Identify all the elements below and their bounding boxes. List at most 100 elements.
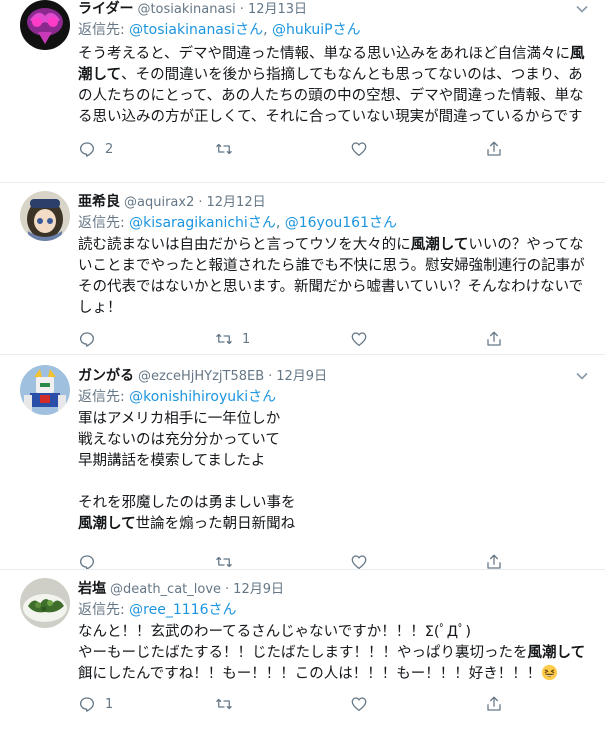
text-segment: 餌にしたんですね！！もー！！！この人は！！！もー！！！好き！！！ bbox=[78, 666, 542, 682]
heart-icon bbox=[351, 555, 367, 569]
like-button[interactable] bbox=[350, 693, 377, 715]
reply-prefix: 返信先: bbox=[78, 215, 130, 231]
reply-count: 1 bbox=[105, 696, 114, 712]
tweet-actions: 2 bbox=[78, 138, 591, 160]
retweet-button[interactable] bbox=[215, 551, 242, 569]
tweet-timeline: ライダー @tosiakinanasi · 12月13日 返信先: @tosia… bbox=[0, 0, 605, 747]
reply-to-line: 返信先: @kisaragikanichiさん, @16you161さん bbox=[78, 214, 591, 233]
heart-icon bbox=[351, 142, 367, 157]
reply-icon bbox=[79, 555, 95, 569]
chevron-down-icon[interactable] bbox=[575, 369, 589, 383]
reply-user-link[interactable]: @hukuiPさん bbox=[272, 22, 361, 38]
reply-user-link[interactable]: @kisaragikanichiさん bbox=[129, 215, 276, 231]
share-button[interactable] bbox=[485, 138, 503, 160]
user-handle[interactable]: @aquirax2 bbox=[124, 194, 194, 212]
text-segment-bold: 風潮して bbox=[410, 237, 469, 253]
separator-dot: · bbox=[268, 369, 273, 384]
reply-to-line: 返信先: @tosiakinanasiさん, @hukuiPさん bbox=[78, 21, 591, 40]
separator-dot: · bbox=[239, 2, 244, 17]
seaweed-food-avatar-icon bbox=[20, 578, 70, 628]
display-name[interactable]: 亜希良 bbox=[78, 193, 120, 211]
reply-user-link[interactable]: @16you161さん bbox=[285, 215, 397, 231]
gundam-robot-avatar-icon bbox=[20, 365, 70, 415]
masked-rider-avatar-icon bbox=[20, 0, 70, 50]
like-button[interactable] bbox=[350, 328, 377, 350]
reply-button[interactable]: 2 bbox=[78, 138, 113, 160]
like-button[interactable] bbox=[350, 138, 377, 160]
reply-to-line: 返信先: @ree_1116さん bbox=[78, 601, 591, 620]
reply-prefix: 返信先: bbox=[78, 389, 130, 405]
share-button[interactable] bbox=[485, 693, 503, 715]
share-icon bbox=[487, 331, 501, 346]
reply-user-link[interactable]: @konishihiroyukiさん bbox=[129, 389, 276, 405]
share-icon bbox=[487, 554, 501, 569]
tweet-text: 軍はアメリカ相手に一年位しか 戦えないのは充分分かっていて 早期講話を模索してま… bbox=[78, 409, 591, 535]
tweet-date[interactable]: 12月9日 bbox=[276, 368, 327, 386]
tweet-header: ライダー @tosiakinanasi · 12月13日 bbox=[78, 0, 591, 19]
retweet-icon bbox=[216, 333, 232, 345]
tweet-actions: 1 bbox=[78, 693, 591, 715]
like-button[interactable] bbox=[350, 551, 377, 569]
display-name[interactable]: ガンがる bbox=[78, 367, 134, 385]
retweet-count: 1 bbox=[242, 331, 251, 347]
heart-icon bbox=[351, 697, 367, 712]
text-segment-bold: 風潮して bbox=[527, 645, 586, 661]
tweet-item[interactable]: 岩塩 @death_cat_love · 12月9日 返信先: @ree_111… bbox=[0, 570, 605, 747]
text-segment: そう考えると、デマや間違った情報、単なる思い込みをあれほど自信満々に bbox=[78, 46, 570, 62]
tweet-item[interactable]: ガンがる @ezceHjHYzjT58EB · 12月9日 返信先: @koni… bbox=[0, 355, 605, 570]
text-segment: 軍はアメリカ相手に一年位しか 戦えないのは充分分かっていて 早期講話を模索してま… bbox=[78, 411, 296, 511]
tweet-date[interactable]: 12月9日 bbox=[233, 581, 284, 599]
reply-prefix: 返信先: bbox=[78, 22, 130, 38]
tweet-item[interactable]: 亜希良 @aquirax2 · 12月12日 返信先: @kisaragikan… bbox=[0, 183, 605, 355]
tweet-header: 岩塩 @death_cat_love · 12月9日 bbox=[78, 580, 591, 599]
tweet-header: ガンがる @ezceHjHYzjT58EB · 12月9日 bbox=[78, 367, 591, 386]
reply-user-link[interactable]: @ree_1116さん bbox=[129, 602, 236, 618]
tweet-actions: 1 bbox=[78, 328, 591, 350]
text-segment: なんと！！玄武のわーてるさんじゃないですか！！！Σ(ﾟДﾟ) やーもーじたばたす… bbox=[78, 624, 528, 661]
share-button[interactable] bbox=[485, 551, 503, 569]
avatar[interactable] bbox=[20, 0, 70, 50]
retweet-button[interactable] bbox=[215, 138, 242, 160]
tweet-text: そう考えると、デマや間違った情報、単なる思い込みをあれほど自信満々に風潮して、そ… bbox=[78, 44, 591, 128]
reply-button[interactable] bbox=[78, 328, 105, 350]
text-segment: 読む読まないは自由だからと言ってウソを大々的に bbox=[78, 237, 411, 253]
reply-icon bbox=[79, 142, 95, 157]
avatar[interactable] bbox=[20, 365, 70, 415]
separator-dot: · bbox=[198, 195, 203, 210]
display-name[interactable]: 岩塩 bbox=[78, 580, 106, 598]
text-segment: 世論を煽った朝日新聞ね bbox=[135, 516, 296, 532]
reply-icon bbox=[79, 697, 95, 712]
text-segment: 、その間違いを後から指摘してもなんとも思ってないのは、つまり、あの人たちのにとっ… bbox=[78, 67, 584, 125]
reply-button[interactable]: 1 bbox=[78, 693, 113, 715]
chevron-down-icon[interactable] bbox=[575, 2, 589, 16]
retweet-button[interactable] bbox=[215, 693, 242, 715]
retweet-icon bbox=[216, 556, 232, 568]
reply-button[interactable] bbox=[78, 551, 105, 569]
retweet-button[interactable]: 1 bbox=[215, 328, 250, 350]
reply-prefix: 返信先: bbox=[78, 602, 130, 618]
user-handle[interactable]: @tosiakinanasi bbox=[137, 1, 235, 19]
tweet-date[interactable]: 12月13日 bbox=[248, 1, 307, 19]
retweet-icon bbox=[216, 143, 232, 155]
avatar[interactable] bbox=[20, 578, 70, 628]
tweet-actions bbox=[78, 551, 591, 569]
tweet-text: なんと！！玄武のわーてるさんじゃないですか！！！Σ(ﾟДﾟ) やーもーじたばたす… bbox=[78, 622, 591, 685]
tweet-text: 読む読まないは自由だからと言ってウソを大々的に風潮していいの？やってないことまで… bbox=[78, 235, 591, 319]
avatar[interactable] bbox=[20, 191, 70, 241]
reply-to-line: 返信先: @konishihiroyukiさん bbox=[78, 388, 591, 407]
anime-girl-avatar-icon bbox=[20, 191, 70, 241]
user-handle[interactable]: @death_cat_love bbox=[110, 581, 221, 599]
tweet-date[interactable]: 12月12日 bbox=[207, 194, 266, 212]
reply-user-link[interactable]: @tosiakinanasiさん bbox=[129, 22, 263, 38]
share-button[interactable] bbox=[485, 328, 503, 350]
text-segment-bold: 風潮して bbox=[78, 516, 136, 532]
tweet-header: 亜希良 @aquirax2 · 12月12日 bbox=[78, 193, 591, 212]
display-name[interactable]: ライダー bbox=[78, 0, 133, 18]
share-icon bbox=[487, 141, 501, 156]
separator-dot: · bbox=[225, 582, 230, 597]
grinning-squinting-face-emoji bbox=[542, 664, 558, 681]
tweet-item[interactable]: ライダー @tosiakinanasi · 12月13日 返信先: @tosia… bbox=[0, 0, 605, 183]
user-handle[interactable]: @ezceHjHYzjT58EB bbox=[138, 368, 264, 386]
retweet-icon bbox=[216, 698, 232, 710]
reply-icon bbox=[79, 332, 95, 347]
